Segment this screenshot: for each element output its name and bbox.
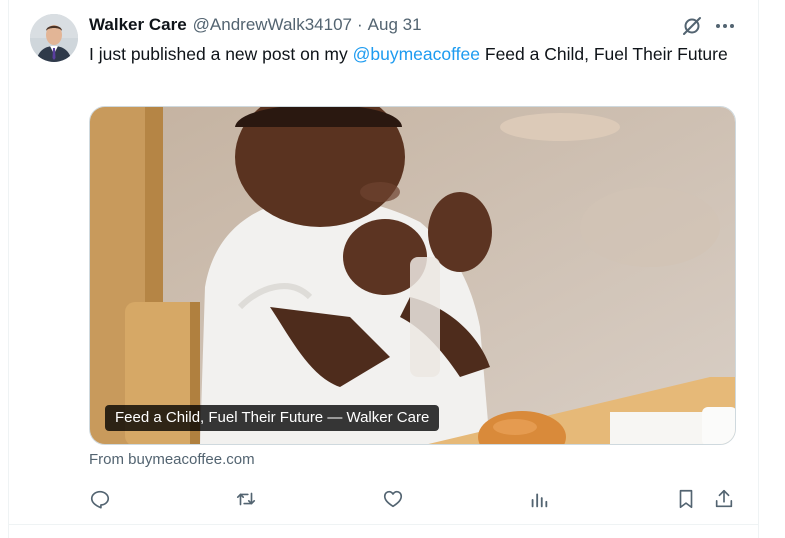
link-card-caption: Feed a Child, Fuel Their Future — Walker… <box>105 405 440 431</box>
retweet-icon[interactable] <box>233 486 259 512</box>
author-handle[interactable]: @AndrewWalk34107 <box>193 15 352 35</box>
tweet-text-before: I just published a new post on my <box>89 44 353 64</box>
author-name[interactable]: Walker Care <box>89 15 187 35</box>
tweet-header: Walker Care @AndrewWalk34107 · Aug 31 <box>89 14 422 36</box>
share-icon[interactable] <box>711 486 737 512</box>
separator-dot: · <box>356 15 363 34</box>
avatar[interactable] <box>30 14 78 62</box>
grok-icon[interactable] <box>680 14 704 38</box>
reply-icon[interactable] <box>87 486 113 512</box>
link-card-image[interactable]: Feed a Child, Fuel Their Future — Walker… <box>89 106 736 445</box>
tweet-text-after: Feed a Child, Fuel Their Future <box>480 44 728 64</box>
bookmark-icon[interactable] <box>673 486 699 512</box>
more-icon[interactable] <box>712 14 738 38</box>
mention-link[interactable]: @buymeacoffee <box>353 44 480 64</box>
views-icon[interactable] <box>526 486 552 512</box>
tweet-date[interactable]: Aug 31 <box>368 15 422 35</box>
link-source[interactable]: From buymeacoffee.com <box>89 451 255 468</box>
like-icon[interactable] <box>380 486 406 512</box>
tweet-text: I just published a new post on my @buyme… <box>89 42 739 67</box>
divider <box>8 524 758 525</box>
